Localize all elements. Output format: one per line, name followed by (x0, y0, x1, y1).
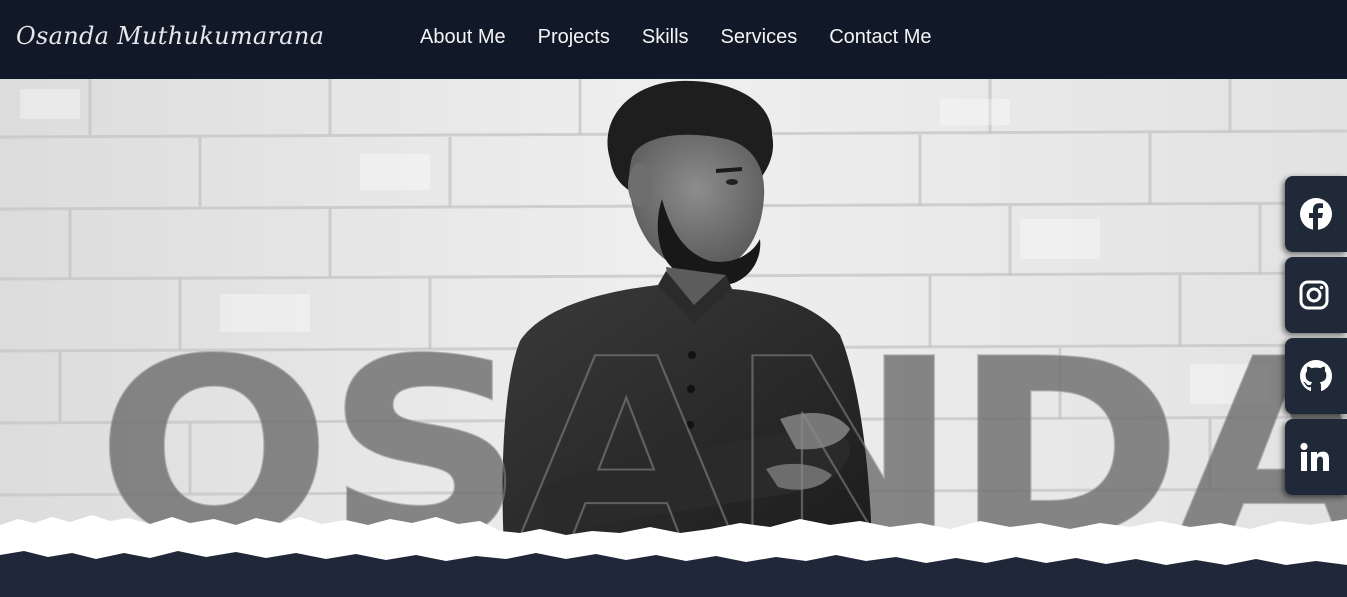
social-sidebar (1285, 176, 1347, 500)
navbar: Osanda Muthukumarana About Me Projects S… (0, 0, 1347, 79)
instagram-icon (1299, 280, 1329, 310)
nav-link-contact-me[interactable]: Contact Me (829, 26, 931, 49)
linkedin-link[interactable] (1285, 419, 1347, 495)
linkedin-icon (1300, 442, 1329, 471)
hero-section: OSANDA (0, 79, 1347, 597)
instagram-link[interactable] (1285, 257, 1347, 333)
facebook-icon (1300, 198, 1332, 231)
github-link[interactable] (1285, 338, 1347, 414)
main-nav: About Me Projects Skills Services Contac… (420, 26, 964, 49)
site-logo[interactable]: Osanda Muthukumarana (16, 22, 324, 50)
nav-link-projects[interactable]: Projects (538, 26, 610, 49)
nav-link-services[interactable]: Services (721, 26, 798, 49)
github-icon (1300, 360, 1332, 392)
nav-link-skills[interactable]: Skills (642, 26, 689, 49)
torn-paper-divider (0, 515, 1347, 597)
facebook-link[interactable] (1285, 176, 1347, 252)
nav-link-about-me[interactable]: About Me (420, 26, 506, 49)
